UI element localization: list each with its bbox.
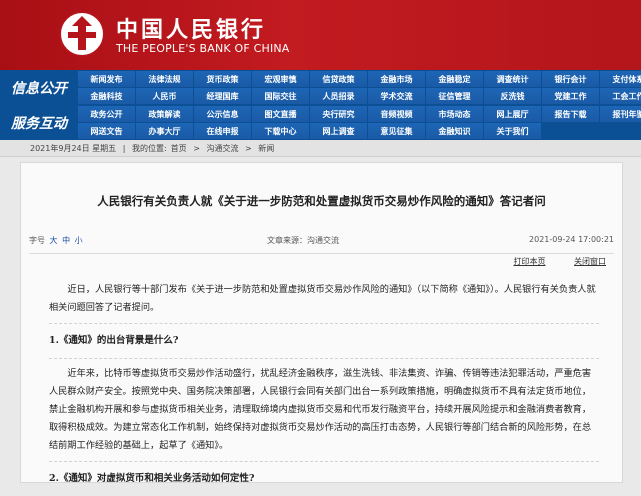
- nav-item[interactable]: 宏观审慎: [252, 71, 309, 87]
- nav-item[interactable]: 反洗钱: [484, 88, 541, 104]
- breadcrumb-chevron: >: [245, 144, 252, 153]
- article-title: 人民银行有关负责人就《关于进一步防范和处置虚拟货币交易炒作风险的通知》答记者问: [97, 194, 546, 208]
- nav-item[interactable]: 公示信息: [194, 106, 251, 122]
- nav-item[interactable]: 央行研究: [310, 106, 367, 122]
- nav-item[interactable]: 人民币: [136, 88, 193, 104]
- nav-item-empty: [600, 123, 641, 139]
- divider: [49, 323, 599, 324]
- font-size-label: 字号: [29, 236, 45, 245]
- nav-item[interactable]: 市场动态: [426, 106, 483, 122]
- nav-item[interactable]: 党建工作: [542, 88, 599, 104]
- site-name-en: THE PEOPLE'S BANK OF CHINA: [116, 42, 290, 55]
- nav-item[interactable]: 报告下载: [542, 106, 599, 122]
- current-date: 2021年9月24日 星期五: [30, 144, 117, 153]
- breadcrumb-link-communication[interactable]: 沟通交流: [206, 144, 238, 153]
- article-source: 文章来源：沟通交流: [267, 236, 339, 245]
- nav-row-4: 网送文告 办事大厅 在线申报 下载中心 网上调查 意见征集 金融知识 关于我们: [78, 123, 641, 140]
- nav-item[interactable]: 人员招录: [310, 88, 367, 104]
- nav-item[interactable]: 关于我们: [484, 123, 541, 139]
- answer-1: 近年来，比特币等虚拟货币交易炒作活动盛行，扰乱经济金融秩序，滋生洗钱、非法集资、…: [49, 368, 592, 451]
- nav-item[interactable]: 经理国库: [194, 88, 251, 104]
- font-size-switcher: 字号 大 中 小: [29, 235, 83, 246]
- nav-item[interactable]: 音频视频: [368, 106, 425, 122]
- font-size-large-link[interactable]: 大: [50, 236, 58, 245]
- nav-row-3: 政务公开 政策解读 公示信息 图文直播 央行研究 音频视频 市场动态 网上展厅 …: [78, 106, 641, 123]
- question-1: 1.《通知》的出台背景是什么?: [49, 335, 179, 346]
- nav-item[interactable]: 图文直播: [252, 106, 309, 122]
- pboc-emblem-icon[interactable]: [58, 10, 106, 58]
- article-body: 近日，人民银行等十部门发布《关于进一步防范和处置虚拟货币交易炒作风险的通知》（以…: [49, 281, 599, 496]
- nav-item[interactable]: 金融市场: [368, 71, 425, 87]
- nav-row-1: 新闻发布 法律法规 货币政策 宏观审慎 信贷政策 金融市场 金融稳定 调查统计 …: [78, 71, 641, 88]
- nav-item[interactable]: 调查统计: [484, 71, 541, 87]
- nav-item[interactable]: 报刊年鉴: [600, 106, 641, 122]
- article-actions: 打印本页 关闭窗口: [487, 256, 606, 267]
- article-panel: 人民银行有关负责人就《关于进一步防范和处置虚拟货币交易炒作风险的通知》答记者问 …: [20, 162, 623, 484]
- nav-item[interactable]: 学术交流: [368, 88, 425, 104]
- nav-item[interactable]: 下载中心: [252, 123, 309, 139]
- nav-section-service-interaction[interactable]: 服务互动: [0, 105, 78, 140]
- nav-item-empty: [542, 123, 599, 139]
- nav-item[interactable]: 银行会计: [542, 71, 599, 87]
- nav-item[interactable]: 支付体系: [600, 71, 641, 87]
- nav-item[interactable]: 金融稳定: [426, 71, 483, 87]
- nav-item[interactable]: 工会工作: [600, 88, 641, 104]
- article-datetime: 2021-09-24 17:00:21: [529, 235, 614, 244]
- nav-item[interactable]: 网送文告: [78, 123, 135, 139]
- nav-item[interactable]: 金融科技: [78, 88, 135, 104]
- site-header: 中国人民银行 THE PEOPLE'S BANK OF CHINA: [0, 0, 641, 70]
- nav-item[interactable]: 政策解读: [136, 106, 193, 122]
- breadcrumb: 2021年9月24日 星期五 | 我的位置: 首页 > 沟通交流 > 新闻: [0, 140, 641, 157]
- font-size-medium-link[interactable]: 中: [62, 236, 70, 245]
- nav-item[interactable]: 在线申报: [194, 123, 251, 139]
- nav-item[interactable]: 网上调查: [310, 123, 367, 139]
- nav-item[interactable]: 信贷政策: [310, 71, 367, 87]
- font-size-small-link[interactable]: 小: [75, 236, 83, 245]
- breadcrumb-separator: |: [122, 144, 126, 153]
- nav-item[interactable]: 货币政策: [194, 71, 251, 87]
- breadcrumb-chevron: >: [193, 144, 200, 153]
- breadcrumb-link-news[interactable]: 新闻: [258, 144, 274, 153]
- nav-item[interactable]: 政务公开: [78, 106, 135, 122]
- nav-item[interactable]: 征信管理: [426, 88, 483, 104]
- question-2: 2.《通知》对虚拟货币和相关业务活动如何定性?: [49, 473, 255, 484]
- nav-item[interactable]: 国际交往: [252, 88, 309, 104]
- nav-item[interactable]: 法律法规: [136, 71, 193, 87]
- breadcrumb-position-label: 我的位置:: [131, 144, 167, 153]
- nav-row-2: 金融科技 人民币 经理国库 国际交往 人员招录 学术交流 征信管理 反洗钱 党建…: [78, 88, 641, 105]
- close-window-link[interactable]: 关闭窗口: [574, 257, 606, 266]
- nav-item[interactable]: 网上展厅: [484, 106, 541, 122]
- main-navigation: 信息公开 服务互动 新闻发布 法律法规 货币政策 宏观审慎 信贷政策 金融市场 …: [0, 70, 641, 140]
- article-intro: 近日，人民银行等十部门发布《关于进一步防范和处置虚拟货币交易炒作风险的通知》（以…: [49, 284, 596, 313]
- divider: [49, 461, 599, 462]
- print-page-link[interactable]: 打印本页: [513, 257, 545, 266]
- nav-item[interactable]: 金融知识: [426, 123, 483, 139]
- nav-section-info-public[interactable]: 信息公开: [0, 70, 78, 105]
- nav-item[interactable]: 意见征集: [368, 123, 425, 139]
- divider: [49, 358, 599, 359]
- nav-item[interactable]: 新闻发布: [78, 71, 135, 87]
- breadcrumb-link-home[interactable]: 首页: [171, 144, 187, 153]
- nav-item[interactable]: 办事大厅: [136, 123, 193, 139]
- site-name-cn[interactable]: 中国人民银行: [116, 12, 266, 44]
- article-meta: 字号 大 中 小 文章来源：沟通交流 2021-09-24 17:00:21: [29, 235, 614, 254]
